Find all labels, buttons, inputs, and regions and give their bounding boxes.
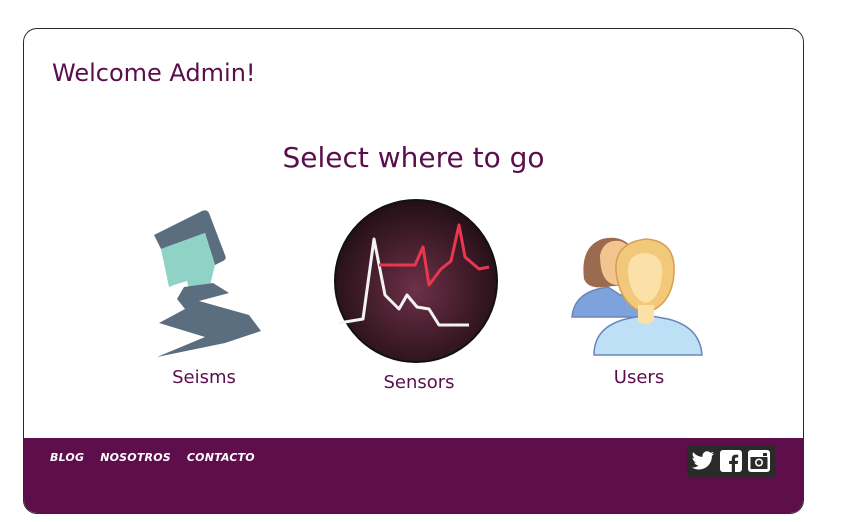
page-title: Select where to go xyxy=(282,141,545,174)
main-card: Welcome Admin! Select where to go Seisms xyxy=(23,28,804,514)
seismograph-icon xyxy=(334,199,498,363)
footer-link-nosotros[interactable]: NOSOTROS xyxy=(100,451,171,464)
footer-link-contacto[interactable]: CONTACTO xyxy=(187,451,255,464)
footer-nav: BLOG NOSOTROS CONTACTO xyxy=(50,451,255,464)
social-links xyxy=(687,445,775,477)
footer-link-blog[interactable]: BLOG xyxy=(50,451,84,464)
users-icon xyxy=(571,237,703,356)
users-label: Users xyxy=(613,367,665,388)
facebook-icon[interactable] xyxy=(719,449,743,473)
sensors-option[interactable]: Sensors xyxy=(329,199,509,393)
twitter-icon[interactable] xyxy=(691,449,715,473)
users-option[interactable]: Users xyxy=(564,209,714,388)
welcome-heading: Welcome Admin! xyxy=(52,59,256,87)
sensors-label: Sensors xyxy=(383,372,455,393)
instagram-icon[interactable] xyxy=(747,449,771,473)
house-earthquake-icon xyxy=(154,210,261,357)
seisms-label: Seisms xyxy=(172,367,236,388)
seisms-option[interactable]: Seisms xyxy=(129,209,279,388)
footer: BLOG NOSOTROS CONTACTO xyxy=(24,438,803,513)
